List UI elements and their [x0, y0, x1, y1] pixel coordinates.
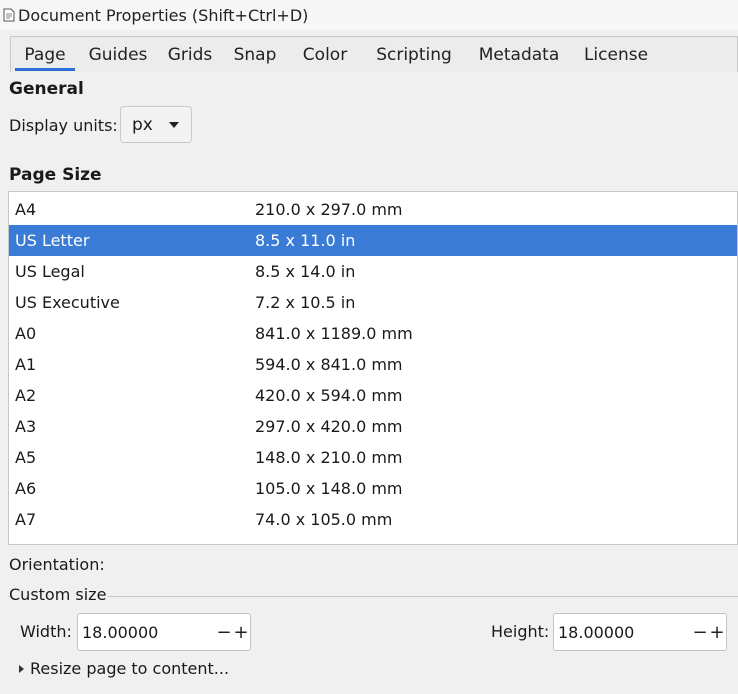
page-size-name: A7 [15, 510, 37, 529]
page-size-dimensions: 420.0 x 594.0 mm [255, 386, 403, 405]
height-decrement-button[interactable]: − [692, 620, 708, 644]
orientation-label: Orientation: [9, 555, 105, 574]
width-decrement-button[interactable]: − [216, 620, 232, 644]
page-size-row[interactable]: A5 148.0 x 210.0 mm [9, 442, 737, 473]
tab-license[interactable]: License [573, 37, 659, 72]
page-size-name: US Letter [15, 231, 90, 250]
resize-page-label: Resize page to content... [30, 659, 230, 678]
page-size-name: US Legal [15, 262, 85, 281]
page-size-name: A8 [15, 541, 36, 544]
page-size-name: A1 [15, 355, 37, 374]
title-bar: Document Properties (Shift+Ctrl+D) [0, 0, 738, 30]
page-size-row[interactable]: A4 210.0 x 297.0 mm [9, 194, 737, 225]
page-size-row[interactable]: A0 841.0 x 1189.0 mm [9, 318, 737, 349]
page-size-row[interactable]: A7 74.0 x 105.0 mm [9, 504, 737, 535]
page-size-name: US Executive [15, 293, 120, 312]
height-spinbox[interactable]: 18.00000 − + [553, 613, 727, 651]
page-size-name: A0 [15, 324, 37, 343]
page-size-name: A3 [15, 417, 37, 436]
tab-bar: Page Guides Grids Snap Color Scripting M… [10, 36, 738, 72]
page-size-name: A4 [15, 200, 37, 219]
page-size-row[interactable]: US Legal 8.5 x 14.0 in [9, 256, 737, 287]
document-properties-icon [3, 8, 15, 22]
window-title: Document Properties (Shift+Ctrl+D) [18, 5, 309, 25]
page-size-row[interactable]: A3 297.0 x 420.0 mm [9, 411, 737, 442]
tab-snap[interactable]: Snap [223, 37, 287, 72]
height-increment-button[interactable]: + [709, 620, 725, 644]
chevron-down-icon [169, 122, 179, 128]
page-size-dimensions: 841.0 x 1189.0 mm [255, 324, 413, 343]
page-size-row[interactable]: A8 52.0 x 74.0 mm [9, 535, 737, 544]
tab-metadata[interactable]: Metadata [465, 37, 573, 72]
tab-scripting[interactable]: Scripting [363, 37, 465, 72]
page-size-dimensions: 210.0 x 297.0 mm [255, 200, 403, 219]
page-size-dimensions: 297.0 x 420.0 mm [255, 417, 403, 436]
resize-page-expander[interactable]: Resize page to content... [19, 659, 229, 678]
page-size-row[interactable]: US Letter 8.5 x 11.0 in [9, 225, 737, 256]
tab-page[interactable]: Page [11, 37, 79, 72]
height-value[interactable]: 18.00000 [558, 623, 634, 642]
tab-color[interactable]: Color [287, 37, 363, 72]
page-size-name: A6 [15, 479, 37, 498]
width-value[interactable]: 18.00000 [82, 623, 158, 642]
page-size-row[interactable]: A2 420.0 x 594.0 mm [9, 380, 737, 411]
page-size-dimensions: 594.0 x 841.0 mm [255, 355, 403, 374]
general-heading: General [9, 79, 84, 99]
page-size-row[interactable]: US Executive 7.2 x 10.5 in [9, 287, 737, 318]
custom-size-legend: Custom size [9, 585, 109, 604]
width-spinbox[interactable]: 18.00000 − + [77, 613, 251, 651]
chevron-right-icon [19, 664, 24, 673]
display-units-dropdown[interactable]: px [120, 106, 192, 143]
page-size-list[interactable]: A4 210.0 x 297.0 mm US Letter 8.5 x 11.0 in… [8, 191, 738, 545]
page-size-name: A2 [15, 386, 37, 405]
page-size-dimensions: 8.5 x 14.0 in [255, 262, 356, 281]
page-size-name: A5 [15, 448, 37, 467]
page-size-dimensions: 148.0 x 210.0 mm [255, 448, 403, 467]
height-label: Height: [491, 622, 550, 641]
page-size-dimensions: 74.0 x 105.0 mm [255, 510, 393, 529]
page-size-row[interactable]: A6 105.0 x 148.0 mm [9, 473, 737, 504]
display-units-label: Display units: [9, 116, 118, 135]
tab-guides[interactable]: Guides [79, 37, 157, 72]
page-size-dimensions: 7.2 x 10.5 in [255, 293, 356, 312]
page-size-heading: Page Size [9, 165, 102, 185]
page-size-dimensions: 8.5 x 11.0 in [255, 231, 356, 250]
width-label: Width: [20, 622, 72, 641]
width-increment-button[interactable]: + [233, 620, 249, 644]
page-size-dimensions: 52.0 x 74.0 mm [255, 541, 382, 544]
display-units-value: px [132, 114, 153, 135]
page-size-dimensions: 105.0 x 148.0 mm [255, 479, 403, 498]
page-size-row[interactable]: A1 594.0 x 841.0 mm [9, 349, 737, 380]
tab-grids[interactable]: Grids [157, 37, 223, 72]
